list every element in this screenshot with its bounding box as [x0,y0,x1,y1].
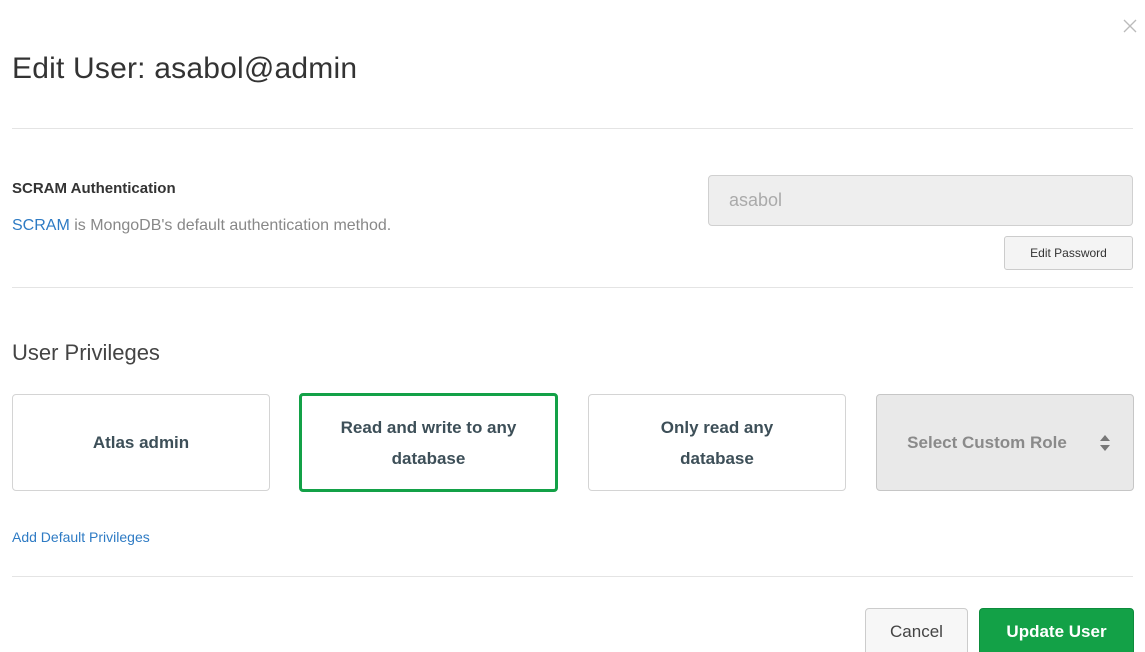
role-card-read-only[interactable]: Only read any database [588,394,846,491]
close-icon[interactable] [1122,18,1138,34]
custom-role-select[interactable]: Select Custom Role [876,394,1134,491]
divider [12,128,1133,129]
scram-link[interactable]: SCRAM [12,217,70,234]
divider [12,576,1133,577]
role-label: Only read any database [660,417,774,468]
privileges-heading: User Privileges [12,340,160,365]
role-card-read-write[interactable]: Read and write to any database [299,393,558,492]
edit-user-modal: Edit User: asabol@admin SCRAM Authentica… [0,0,1145,652]
sort-icon [1100,435,1110,451]
cancel-button[interactable]: Cancel [865,608,968,652]
custom-role-label: Select Custom Role [907,433,1067,452]
update-user-button[interactable]: Update User [979,608,1134,652]
auth-description-text: is MongoDB's default authentication meth… [69,217,392,234]
edit-password-button[interactable]: Edit Password [1004,236,1133,270]
role-label: Atlas admin [92,433,190,452]
auth-heading: SCRAM Authentication [12,180,176,197]
role-card-atlas-admin[interactable]: Atlas admin [12,394,270,491]
divider [12,287,1133,288]
add-default-privileges-link[interactable]: Add Default Privileges [12,529,150,545]
page-title: Edit User: asabol@admin [12,52,358,85]
role-label: Read and write to any database [340,417,517,468]
auth-description: SCRAM is MongoDB's default authenticatio… [12,217,391,235]
username-field[interactable] [708,175,1133,226]
